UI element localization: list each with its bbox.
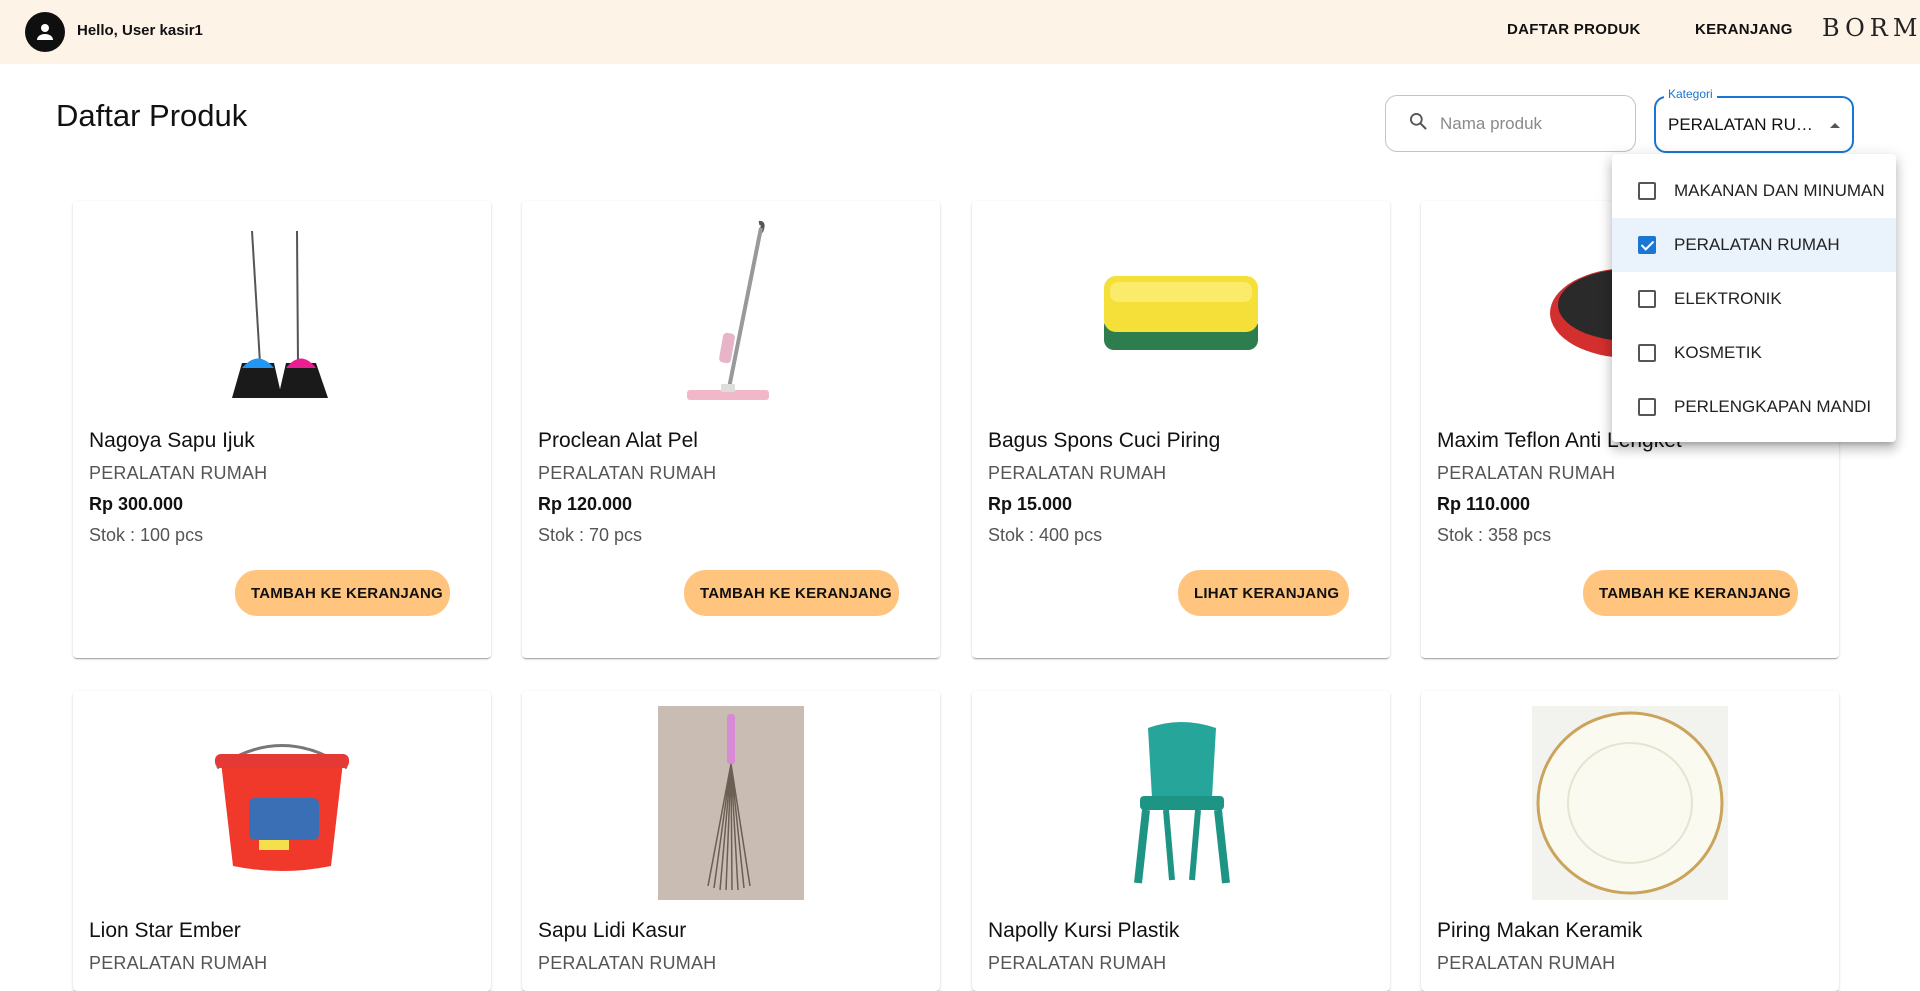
brand-logo[interactable]: BORMI bbox=[1822, 14, 1920, 42]
product-category: PERALATAN RUMAH bbox=[538, 463, 717, 483]
product-category: PERALATAN RUMAH bbox=[1437, 953, 1616, 973]
checkbox-unchecked-icon[interactable] bbox=[1638, 398, 1656, 416]
product-card: Lion Star Ember PERALATAN RUMAH bbox=[73, 691, 491, 991]
category-option-label: KOSMETIK bbox=[1674, 343, 1762, 362]
bucket-icon bbox=[73, 705, 491, 901]
category-dropdown-menu: MAKANAN DAN MINUMAN PERALATAN RUMAH ELEK… bbox=[1612, 154, 1896, 442]
category-select-label: Kategori bbox=[1664, 87, 1717, 101]
checkbox-checked-icon[interactable] bbox=[1638, 236, 1656, 254]
product-card: Piring Makan Keramik PERALATAN RUMAH bbox=[1421, 691, 1839, 991]
product-category: PERALATAN RUMAH bbox=[988, 953, 1167, 973]
category-option-kosmetik[interactable]: KOSMETIK bbox=[1612, 326, 1896, 380]
product-card: Proclean Alat Pel PERALATAN RUMAH Rp 120… bbox=[522, 201, 940, 658]
product-price: Rp 15.000 bbox=[988, 494, 1073, 514]
product-stock: Stok : 358 pcs bbox=[1437, 525, 1552, 545]
product-name[interactable]: Nagoya Sapu Ijuk bbox=[89, 429, 255, 453]
search-input[interactable] bbox=[1440, 113, 1630, 134]
product-category: PERALATAN RUMAH bbox=[988, 463, 1167, 483]
product-price: Rp 110.000 bbox=[1437, 494, 1531, 514]
nav-keranjang[interactable]: KERANJANG bbox=[1695, 21, 1793, 38]
checkbox-unchecked-icon[interactable] bbox=[1638, 344, 1656, 362]
mop-icon bbox=[522, 215, 940, 411]
add-to-cart-button[interactable]: TAMBAH KE KERANJANG bbox=[235, 570, 450, 616]
product-card: Bagus Spons Cuci Piring PERALATAN RUMAH … bbox=[972, 201, 1390, 658]
category-select-value: PERALATAN RUM... bbox=[1668, 114, 1820, 134]
page-title: Daftar Produk bbox=[56, 98, 248, 133]
plate-icon bbox=[1421, 705, 1839, 901]
product-stock: Stok : 400 pcs bbox=[988, 525, 1103, 545]
category-option-elektronik[interactable]: ELEKTRONIK bbox=[1612, 272, 1896, 326]
product-category: PERALATAN RUMAH bbox=[538, 953, 717, 973]
product-price: Rp 300.000 bbox=[89, 494, 184, 514]
chair-icon bbox=[972, 705, 1390, 901]
category-option-label: PERLENGKAPAN MANDI bbox=[1674, 397, 1872, 416]
product-stock: Stok : 70 pcs bbox=[538, 525, 643, 545]
top-app-bar: Hello, User kasir1 DAFTAR PRODUK KERANJA… bbox=[0, 0, 1920, 64]
category-option-perlengkapan-mandi[interactable]: PERLENGKAPAN MANDI bbox=[1612, 380, 1896, 434]
view-cart-button[interactable]: LIHAT KERANJANG bbox=[1178, 570, 1349, 616]
product-category: PERALATAN RUMAH bbox=[1437, 463, 1616, 483]
category-option-makanan-dan-minuman[interactable]: MAKANAN DAN MINUMAN bbox=[1612, 164, 1896, 218]
product-price: Rp 120.000 bbox=[538, 494, 633, 514]
category-option-label: PERALATAN RUMAH bbox=[1674, 235, 1840, 254]
product-card: Nagoya Sapu Ijuk PERALATAN RUMAH Rp 300.… bbox=[73, 201, 491, 658]
product-category: PERALATAN RUMAH bbox=[89, 953, 268, 973]
category-option-label: MAKANAN DAN MINUMAN bbox=[1674, 181, 1885, 200]
category-option-peralatan-rumah[interactable]: PERALATAN RUMAH bbox=[1612, 218, 1896, 272]
nav-daftar-produk[interactable]: DAFTAR PRODUK bbox=[1507, 21, 1641, 38]
product-stock: Stok : 100 pcs bbox=[89, 525, 204, 545]
user-greeting: Hello, User kasir1 bbox=[77, 22, 203, 39]
add-to-cart-button[interactable]: TAMBAH KE KERANJANG bbox=[684, 570, 899, 616]
product-name[interactable]: Lion Star Ember bbox=[89, 919, 241, 943]
search-field[interactable] bbox=[1385, 95, 1636, 152]
product-name[interactable]: Bagus Spons Cuci Piring bbox=[988, 429, 1220, 453]
product-card: Napolly Kursi Plastik PERALATAN RUMAH bbox=[972, 691, 1390, 991]
category-select[interactable]: PERALATAN RUM... bbox=[1654, 96, 1854, 153]
product-name[interactable]: Piring Makan Keramik bbox=[1437, 919, 1642, 943]
product-category: PERALATAN RUMAH bbox=[89, 463, 268, 483]
add-to-cart-button[interactable]: TAMBAH KE KERANJANG bbox=[1583, 570, 1798, 616]
user-avatar-icon[interactable] bbox=[25, 12, 65, 52]
broom-icon bbox=[73, 215, 491, 411]
category-option-label: ELEKTRONIK bbox=[1674, 289, 1782, 308]
product-name[interactable]: Sapu Lidi Kasur bbox=[538, 919, 686, 943]
product-card: Sapu Lidi Kasur PERALATAN RUMAH bbox=[522, 691, 940, 991]
caret-up-icon bbox=[1830, 123, 1840, 128]
checkbox-unchecked-icon[interactable] bbox=[1638, 182, 1656, 200]
search-icon bbox=[1408, 111, 1428, 136]
sponge-icon bbox=[972, 215, 1390, 411]
product-name[interactable]: Napolly Kursi Plastik bbox=[988, 919, 1179, 943]
product-name[interactable]: Proclean Alat Pel bbox=[538, 429, 698, 453]
checkbox-unchecked-icon[interactable] bbox=[1638, 290, 1656, 308]
stick-broom-icon bbox=[522, 705, 940, 901]
